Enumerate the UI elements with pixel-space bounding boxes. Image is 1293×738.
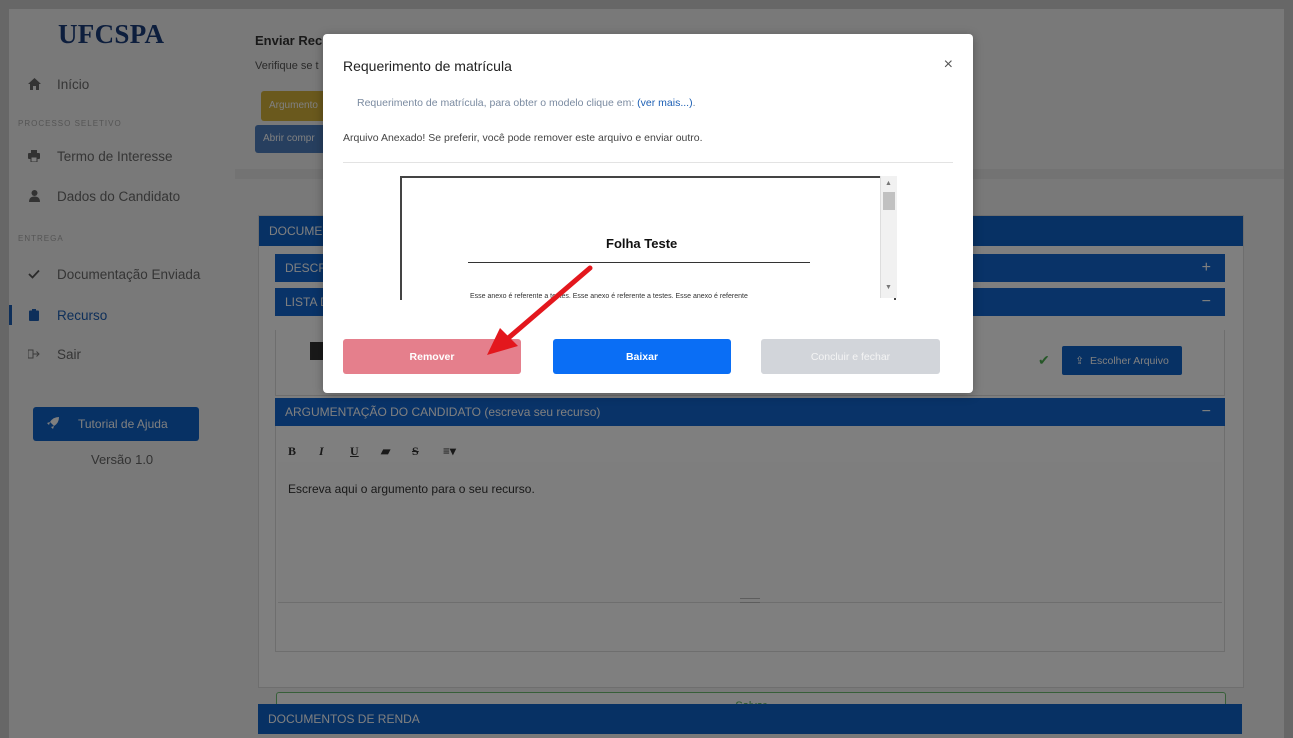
document-rule — [468, 262, 810, 263]
close-icon[interactable]: × — [944, 56, 953, 74]
attachment-status: Arquivo Anexado! Se preferir, você pode … — [343, 132, 703, 144]
remove-button[interactable]: Remover — [343, 339, 521, 374]
modal-title: Requerimento de matrícula — [343, 58, 512, 74]
document-title: Folha Teste — [606, 236, 678, 251]
instructions-text: Requerimento de matrícula, para obter o … — [357, 97, 638, 109]
see-more-link[interactable]: (ver mais...) — [637, 97, 692, 109]
document-body: Esse anexo é referente a testes. Esse an… — [470, 293, 748, 300]
scroll-thumb[interactable] — [883, 192, 895, 210]
conclude-close-button[interactable]: Concluir e fechar — [761, 339, 940, 374]
viewer-scrollbar[interactable]: ▲ ▼ — [880, 176, 897, 298]
scroll-down-icon[interactable]: ▼ — [885, 284, 892, 291]
download-button[interactable]: Baixar — [553, 339, 731, 374]
document-viewer[interactable]: Folha Teste Esse anexo é referente a tes… — [400, 176, 896, 300]
divider — [343, 162, 953, 163]
scroll-up-icon[interactable]: ▲ — [885, 180, 892, 187]
modal-instructions: Requerimento de matrícula, para obter o … — [357, 97, 696, 109]
instructions-suffix: . — [692, 97, 696, 109]
modal-dialog: Requerimento de matrícula × Requerimento… — [323, 34, 973, 393]
